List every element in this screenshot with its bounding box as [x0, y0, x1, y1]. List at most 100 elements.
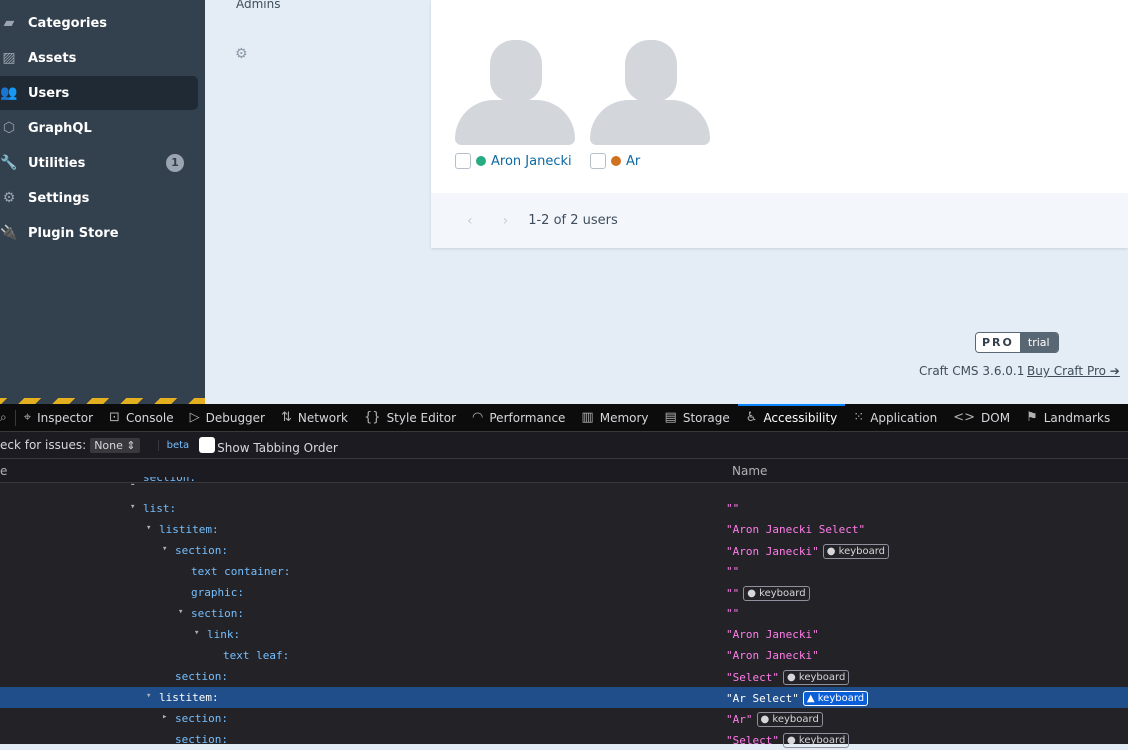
expand-arrow-icon[interactable]: ▾ [146, 691, 151, 701]
row-name-text: "" [726, 587, 740, 600]
wrench-icon: 🔧 [0, 155, 18, 171]
expand-arrow-icon[interactable]: ▸ [162, 712, 167, 722]
row-name-text: "Select" [726, 734, 779, 747]
tree-row[interactable]: text leaf: "Aron Janecki" [0, 645, 1128, 666]
pagination-summary: 1-2 of 2 users [528, 213, 618, 228]
row-role: section: [175, 712, 228, 725]
tab-performance[interactable]: ◠ Performance [464, 404, 573, 432]
tree-row[interactable]: ▾ link: "Aron Janecki" [0, 624, 1128, 645]
tab-console[interactable]: ⊡ Console [101, 404, 182, 432]
next-page-button[interactable]: › [503, 213, 509, 229]
avatar[interactable] [455, 40, 575, 145]
devtools-panel: ⌕ ⌖ Inspector ⊡ Console ▷ Debugger ⇅ Network {} St… [0, 403, 1128, 748]
row-name: "Select" ● keyboard [726, 733, 850, 748]
expand-arrow-icon[interactable]: ▾ [194, 628, 199, 638]
info-icon: ● [747, 588, 756, 599]
role-column-header[interactable]: e [0, 464, 7, 478]
landmarks-icon: ⚑ [1026, 410, 1038, 425]
tree-row[interactable]: graphic: "" ● keyboard [0, 582, 1128, 603]
row-name: "" [726, 565, 739, 578]
gear-icon[interactable]: ⚙ [235, 46, 248, 62]
tab-landmarks[interactable]: ⚑ Landmarks [1018, 404, 1118, 432]
info-icon: ● [826, 546, 836, 557]
select-checkbox[interactable] [590, 153, 606, 169]
tab-debugger[interactable]: ▷ Debugger [182, 404, 273, 432]
user-group-admins[interactable]: Admins [236, 0, 281, 11]
sidebar: ▰ Categories ▨ Assets 👥 Users ⬡ GraphQL 🔧 Utiliti… [0, 0, 205, 404]
row-name: "" ● keyboard [726, 586, 810, 601]
avatar[interactable] [590, 40, 710, 145]
tree-row[interactable]: text container: "" [0, 561, 1128, 582]
tab-inspector[interactable]: ⌖ Inspector [16, 404, 101, 432]
check-issues-select[interactable]: None ⇕ [90, 437, 140, 453]
info-icon: ● [786, 672, 796, 683]
row-name: "Aron Janecki" [726, 628, 819, 641]
tree-row[interactable]: ▾ listitem: "Aron Janecki Select" [0, 519, 1128, 540]
tab-dom[interactable]: <> DOM [945, 404, 1018, 432]
tab-style-editor[interactable]: {} Style Editor [356, 404, 464, 432]
sidebar-item-graphql[interactable]: ⬡ GraphQL [0, 111, 198, 145]
buy-craft-pro-link[interactable]: Buy Craft Pro ➔ [1027, 364, 1120, 378]
row-name-text: "Ar" [726, 713, 753, 726]
show-tabbing-order-checkbox[interactable] [199, 437, 216, 453]
keyboard-issue-badge[interactable]: ● keyboard [756, 712, 823, 727]
expand-arrow-icon[interactable]: ▾ [130, 502, 135, 512]
sidebar-item-users[interactable]: 👥 Users [0, 76, 198, 110]
tree-row[interactable]: ▾ section: [0, 477, 1128, 485]
row-role: list: [143, 502, 177, 515]
info-icon: ● [786, 735, 796, 746]
sidebar-item-label: Assets [28, 50, 77, 66]
sidebar-item-utilities[interactable]: 🔧 Utilities 1 [0, 146, 198, 180]
tree-row[interactable]: ▸ section: "Ar" ● keyboard [0, 708, 1128, 729]
tab-accessibility[interactable]: ♿ Accessibility [737, 403, 846, 432]
prev-page-button[interactable]: ‹ [467, 213, 473, 229]
pagination: ‹ › 1-2 of 2 users [431, 193, 1128, 248]
sidebar-item-categories[interactable]: ▰ Categories [0, 6, 198, 40]
pick-element-icon[interactable]: ⌕ [0, 409, 16, 426]
row-name: "Aron Janecki Select" [726, 523, 865, 536]
row-role: listitem: [159, 691, 219, 704]
row-name-text: "" [726, 502, 740, 515]
row-name: "Ar Select" ▲ keyboard [726, 691, 869, 706]
row-role: text leaf: [223, 649, 290, 662]
user-name-link[interactable]: Ar [626, 154, 640, 169]
row-name: "Ar" ● keyboard [726, 712, 823, 727]
name-column-header[interactable]: Name [732, 464, 767, 478]
badge-label: keyboard [798, 672, 846, 683]
tree-row[interactable]: ▾ listitem: "Ar Select" ▲ keyboard [0, 687, 1128, 708]
tree-row[interactable]: ▾ section: "Aron Janecki" ● keyboard [0, 540, 1128, 561]
row-role: graphic: [191, 586, 244, 599]
sidebar-item-label: Plugin Store [28, 225, 119, 241]
expand-arrow-icon[interactable]: ▾ [178, 607, 183, 617]
network-icon: ⇅ [281, 410, 292, 425]
console-icon: ⊡ [109, 410, 120, 425]
tab-application[interactable]: ⁙ Application [845, 404, 945, 432]
sidebar-item-label: Utilities [28, 155, 86, 171]
row-role: listitem: [159, 523, 219, 536]
tab-memory[interactable]: ▥ Memory [573, 404, 656, 432]
tree-row[interactable]: section: "Select" ● keyboard [0, 666, 1128, 687]
user-name-link[interactable]: Aron Janecki [491, 154, 572, 169]
sidebar-item-plugin-store[interactable]: 🔌 Plugin Store [0, 216, 198, 250]
expand-arrow-icon[interactable]: ▾ [130, 481, 135, 485]
select-checkbox[interactable] [455, 153, 471, 169]
keyboard-issue-badge[interactable]: ● keyboard [782, 670, 850, 685]
expand-arrow-icon[interactable]: ▾ [162, 544, 167, 554]
tree-row[interactable]: ▾ section: "" [0, 603, 1128, 624]
show-tabbing-order-label[interactable]: Show Tabbing Order [217, 441, 338, 455]
keyboard-issue-badge[interactable]: ● keyboard [822, 544, 890, 559]
users-card: Aron Janecki Ar ‹ › 1-2 of 2 users [431, 0, 1128, 248]
sidebar-item-assets[interactable]: ▨ Assets [0, 41, 198, 75]
keyboard-issue-badge[interactable]: ● keyboard [743, 586, 810, 601]
row-role: link: [207, 628, 241, 641]
sidebar-item-settings[interactable]: ⚙ Settings [0, 181, 198, 215]
tree-row[interactable]: ▾ list: "" [0, 498, 1128, 519]
tab-storage[interactable]: ▤ Storage [657, 404, 738, 432]
keyboard-issue-badge[interactable]: ▲ keyboard [802, 691, 869, 706]
expand-arrow-icon[interactable]: ▾ [146, 523, 151, 533]
tree-row[interactable]: section: "Select" ● keyboard [0, 729, 1128, 750]
row-role: section: [175, 670, 228, 683]
tab-network[interactable]: ⇅ Network [273, 404, 356, 432]
edition-badge[interactable]: PRO trial [975, 332, 1059, 353]
keyboard-issue-badge[interactable]: ● keyboard [782, 733, 850, 748]
